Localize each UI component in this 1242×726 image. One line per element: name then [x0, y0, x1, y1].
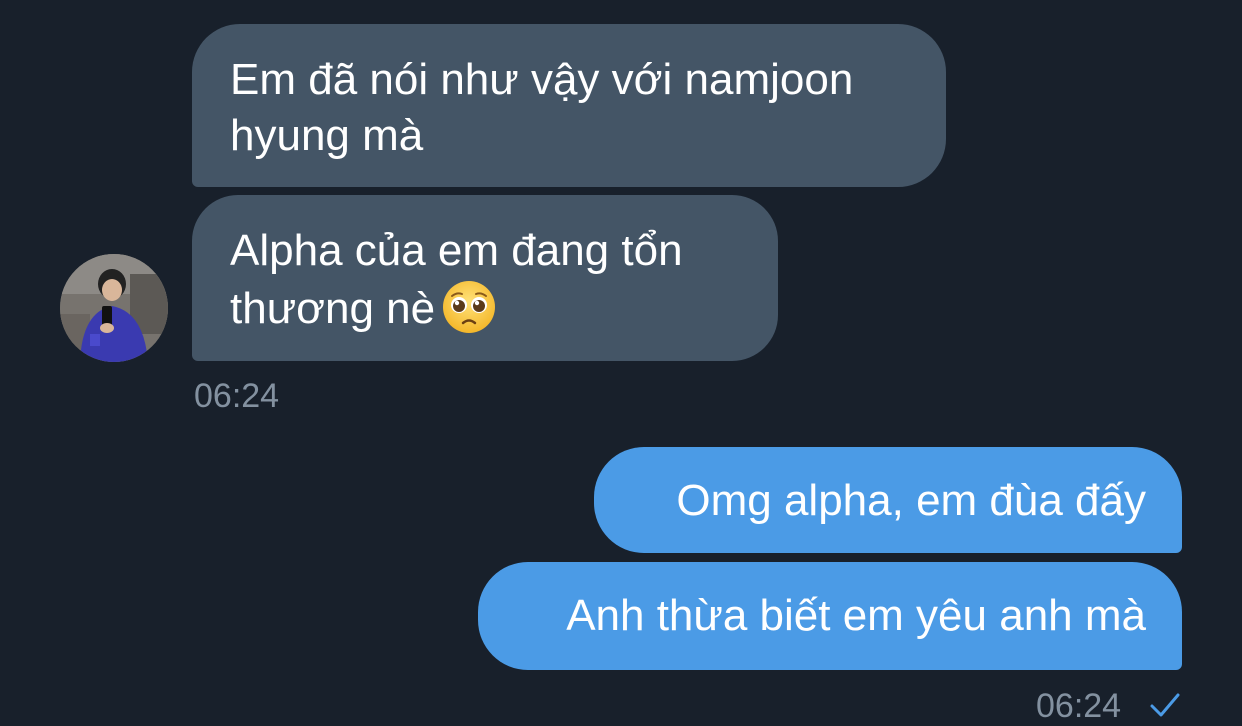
avatar[interactable] — [60, 254, 168, 362]
outgoing-message-bubble[interactable]: Omg alpha, em đùa đấy — [594, 447, 1182, 553]
message-text: Anh thừa biết em yêu anh mà — [566, 591, 1146, 640]
incoming-message-bubble[interactable]: Em đã nói như vậy với namjoon hyung mà — [192, 24, 946, 187]
pleading-face-emoji — [443, 281, 496, 333]
message-text: Omg alpha, em đùa đấy — [676, 476, 1146, 525]
message-timestamp: 06:24 — [194, 377, 280, 415]
outgoing-message-bubble[interactable]: Anh thừa biết em yêu anh mà — [478, 562, 1182, 670]
incoming-message-bubble[interactable]: Alpha của em đang tổn thương nè — [192, 195, 778, 361]
checkmark-icon — [1150, 693, 1180, 717]
message-timestamp: 06:24 — [1036, 687, 1122, 725]
message-text: Em đã nói như vậy với namjoon hyung mà — [230, 55, 854, 160]
contact-avatar-photo — [60, 254, 168, 362]
chat-screen: Em đã nói như vậy với namjoon hyung mà A… — [0, 0, 1242, 726]
